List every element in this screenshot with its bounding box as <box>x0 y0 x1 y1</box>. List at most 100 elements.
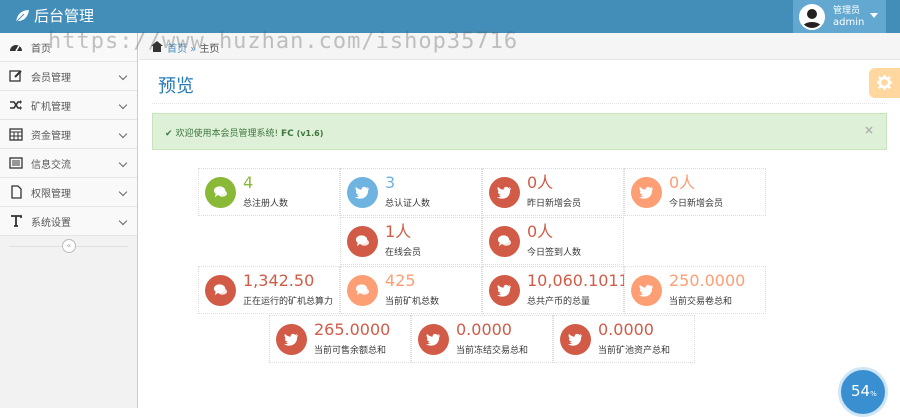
user-role: 管理员 <box>833 5 861 16</box>
stat-box: 1人在线会员 <box>340 217 482 265</box>
stat-box: 3 总认证人数 <box>340 168 482 216</box>
sidebar-item-settings[interactable]: 系统设置 <box>0 207 137 236</box>
stat-box: 265.0000 当前可售余额总和 <box>269 315 411 363</box>
twitter-icon <box>276 324 307 355</box>
alert-message: 欢迎使用本会员管理系统! <box>175 129 279 139</box>
stat-label: 正在运行的矿机总算力 <box>243 297 334 307</box>
alert-brand: FC <box>281 129 294 139</box>
page-title: 预览 <box>158 76 194 97</box>
sidebar: 首页 会员管理 矿机管理 资金管理 信息交流 权限管理 系统设置 « <box>0 33 138 408</box>
stat-value: 0.0000 <box>598 320 654 339</box>
brand[interactable]: 后台管理 <box>14 6 94 26</box>
twitter-icon <box>631 177 662 208</box>
shuffle-icon <box>10 100 22 110</box>
stat-value: 10,060.1011 <box>527 271 629 290</box>
sidebar-item-funds[interactable]: 资金管理 <box>0 120 137 149</box>
sidebar-item-permissions[interactable]: 权限管理 <box>0 178 137 207</box>
sidebar-item-label: 权限管理 <box>31 188 71 200</box>
sidebar-item-label: 信息交流 <box>31 159 71 171</box>
sidebar-item-members[interactable]: 会员管理 <box>0 62 137 91</box>
performance-badge[interactable]: 54% <box>838 367 888 417</box>
dashboard-icon <box>10 45 22 52</box>
stat-label: 总认证人数 <box>385 199 431 209</box>
twitter-icon <box>560 324 591 355</box>
stat-value: 0.0000 <box>456 320 512 339</box>
calendar-icon <box>9 128 23 141</box>
welcome-alert: ✔ 欢迎使用本会员管理系统! FC (v1.6) × <box>152 113 887 150</box>
list-icon <box>9 157 23 169</box>
twitter-icon <box>347 177 378 208</box>
stat-label: 当前矿池资产总和 <box>598 346 671 356</box>
stat-label: 总共产币的总量 <box>527 297 591 307</box>
edit-icon <box>9 70 22 82</box>
app-title: 后台管理 <box>34 7 95 25</box>
chevron-down-icon <box>118 216 128 226</box>
stat-box: 0人 今日新增会员 <box>624 168 766 216</box>
stat-value: 3 <box>385 173 396 192</box>
sidebar-collapse-button[interactable]: « <box>62 239 76 253</box>
user-silhouette-icon <box>802 8 822 28</box>
leaf-icon <box>15 10 29 23</box>
chevron-down-icon <box>118 158 128 168</box>
twitter-icon <box>489 275 520 306</box>
comments-icon <box>205 275 236 306</box>
stat-label: 总注册人数 <box>243 199 289 209</box>
gear-icon <box>877 75 892 90</box>
sidebar-item-label: 会员管理 <box>31 72 71 84</box>
twitter-icon <box>489 177 520 208</box>
text-icon <box>11 215 22 227</box>
settings-button[interactable] <box>869 68 900 98</box>
stat-label: 当前冻结交易总和 <box>456 346 529 356</box>
chevron-down-icon <box>118 71 128 81</box>
chevron-down-icon <box>118 187 128 197</box>
comments-icon <box>205 177 236 208</box>
sidebar-item-messages[interactable]: 信息交流 <box>0 149 137 178</box>
badge-value: 54 <box>851 382 871 400</box>
stat-box: 0人今日签到人数 <box>482 217 624 265</box>
stat-label: 昨日新增会员 <box>527 199 582 209</box>
stat-box: 0.0000 当前冻结交易总和 <box>411 315 553 363</box>
stat-box: 10,060.1011 总共产币的总量 <box>482 266 629 314</box>
caret-down-icon <box>870 13 878 18</box>
user-name: admin <box>833 16 865 28</box>
sidebar-item-label: 矿机管理 <box>31 101 71 113</box>
stat-label: 今日签到人数 <box>527 248 582 258</box>
twitter-icon <box>418 324 449 355</box>
sidebar-item-label: 资金管理 <box>31 130 71 142</box>
stat-box: 250.0000 当前交易卷总和 <box>624 266 766 314</box>
stat-box: 425 当前矿机总数 <box>340 266 482 314</box>
alert-version: (v1.6) <box>296 129 324 138</box>
stat-box: 0.0000 当前矿池资产总和 <box>553 315 695 363</box>
stat-value: 425 <box>385 271 416 290</box>
stat-label: 在线会员 <box>385 248 422 258</box>
comments-icon <box>347 226 378 257</box>
comments-icon <box>347 275 378 306</box>
stat-box: 0人昨日新增会员 <box>482 168 624 216</box>
stat-box: 1,342.50 正在运行的矿机总算力 <box>198 266 340 314</box>
stat-value: 265.0000 <box>314 320 391 339</box>
chevron-down-icon <box>118 100 128 110</box>
watermark: https://www.huzhan.com/ishop35716 <box>48 29 519 54</box>
stat-value: 0人 <box>669 173 696 192</box>
sidebar-item-label: 系统设置 <box>31 217 71 229</box>
sidebar-collapse-bar: « <box>0 236 137 256</box>
stat-value: 1人 <box>385 222 412 241</box>
page-header: 预览 <box>152 66 887 104</box>
chevron-down-icon <box>118 129 128 139</box>
stat-label: 当前矿机总数 <box>385 297 440 307</box>
stat-value: 4 <box>243 173 254 192</box>
file-icon <box>11 185 22 199</box>
stat-value: 0人 <box>527 173 554 192</box>
sidebar-item-miners[interactable]: 矿机管理 <box>0 91 137 120</box>
close-icon[interactable]: × <box>864 123 874 137</box>
user-menu[interactable]: 管理员 admin <box>793 0 886 33</box>
comments-icon <box>489 226 520 257</box>
stat-value: 250.0000 <box>669 271 746 290</box>
stat-label: 当前可售余额总和 <box>314 346 387 356</box>
check-icon: ✔ <box>165 129 173 139</box>
badge-unit: % <box>870 390 877 398</box>
stat-value: 1,342.50 <box>243 271 315 290</box>
twitter-icon <box>631 275 662 306</box>
stat-value: 0人 <box>527 222 554 241</box>
stat-label: 当前交易卷总和 <box>669 297 733 307</box>
